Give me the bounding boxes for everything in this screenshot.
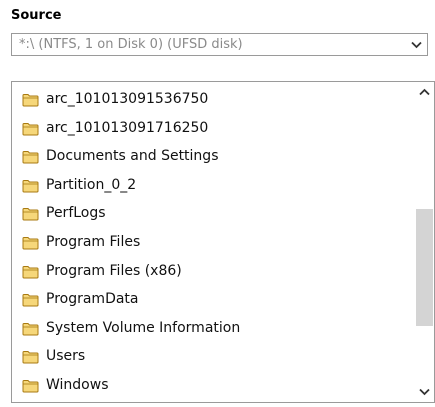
folder-icon [22,264,39,279]
chevron-up-icon[interactable] [414,82,434,102]
folder-name: PerfLogs [46,205,106,222]
folder-name: Windows [46,377,109,393]
folder-name: Documents and Settings [46,148,219,165]
folder-name: ProgramData [46,291,139,308]
folder-icon [22,92,39,107]
folder-icon [22,206,39,221]
folder-name: arc_101013091716250 [46,119,209,136]
folder-item[interactable]: Users [22,343,85,369]
folder-item[interactable]: Documents and Settings [22,143,218,169]
scrollbar-thumb[interactable] [416,209,433,326]
folder-icon [22,178,39,193]
chevron-down-icon[interactable] [405,34,427,55]
folder-items: arc_101013091536750 arc_101013091716250 Do… [12,82,414,402]
folder-icon [22,321,39,336]
folder-icon [22,349,39,364]
folder-item[interactable]: PerfLogs [22,200,106,226]
folder-name: Users [46,348,86,365]
drive-select[interactable]: *:\ (NTFS, 1 on Disk 0) (UFSD disk) [11,33,428,56]
source-label: Source [11,8,62,23]
folder-name: System Volume Information [46,319,241,336]
folder-name: Program Files [46,234,141,250]
folder-item[interactable]: Windows [22,372,109,398]
folder-name: arc_101013091536750 [46,91,209,107]
folder-item[interactable]: System Volume Information [22,315,240,341]
folder-item[interactable]: arc_101013091716250 [22,115,208,141]
folder-icon [22,378,39,393]
folder-list[interactable]: arc_101013091536750 arc_101013091716250 Do… [11,81,435,403]
folder-item[interactable]: Program Files (x86) [22,258,182,284]
folder-item[interactable]: Program Files [22,229,140,255]
folder-item[interactable]: arc_101013091536750 [22,86,208,112]
folder-icon [22,121,39,136]
folder-name: Program Files (x86) [46,262,182,279]
drive-select-value: *:\ (NTFS, 1 on Disk 0) (UFSD disk) [19,37,243,52]
folder-item[interactable]: Partition_0_2 [22,172,136,198]
folder-icon [22,292,39,307]
vertical-scrollbar[interactable] [414,82,434,402]
chevron-down-icon[interactable] [414,382,434,402]
folder-item[interactable]: ProgramData [22,286,139,312]
folder-icon [22,235,39,250]
folder-icon [22,149,39,164]
folder-name: Partition_0_2 [46,176,137,193]
